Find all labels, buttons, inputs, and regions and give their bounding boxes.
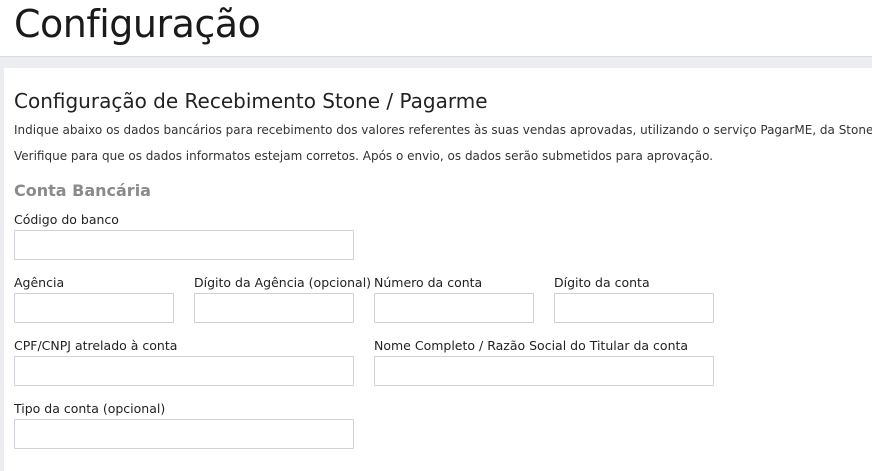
account-digit-input[interactable]	[554, 293, 714, 323]
page-title: Configuração	[14, 2, 261, 46]
section-warning: Verifique para que os dados informatos e…	[14, 149, 714, 163]
bank-code-label: Código do banco	[14, 212, 119, 227]
page-header: Configuração	[0, 0, 872, 57]
account-type-label: Tipo da conta (opcional)	[14, 401, 166, 416]
account-type-input[interactable]	[14, 419, 354, 449]
settings-panel: Configuração de Recebimento Stone / Paga…	[4, 68, 872, 471]
account-digit-label: Dígito da conta	[554, 275, 650, 290]
bank-code-input[interactable]	[14, 230, 354, 260]
document-input[interactable]	[14, 356, 354, 386]
holder-name-label: Nome Completo / Razão Social do Titular …	[374, 338, 689, 353]
account-number-label: Número da conta	[374, 275, 483, 290]
document-label: CPF/CNPJ atrelado à conta	[14, 338, 178, 353]
agency-input[interactable]	[14, 293, 174, 323]
agency-label: Agência	[14, 275, 65, 290]
account-number-input[interactable]	[374, 293, 534, 323]
section-title: Configuração de Recebimento Stone / Paga…	[14, 89, 488, 113]
agency-digit-input[interactable]	[194, 293, 354, 323]
holder-name-input[interactable]	[374, 356, 714, 386]
bank-account-title: Conta Bancária	[14, 181, 151, 200]
section-description: Indique abaixo os dados bancários para r…	[14, 123, 872, 137]
agency-digit-label: Dígito da Agência (opcional)	[194, 275, 372, 290]
